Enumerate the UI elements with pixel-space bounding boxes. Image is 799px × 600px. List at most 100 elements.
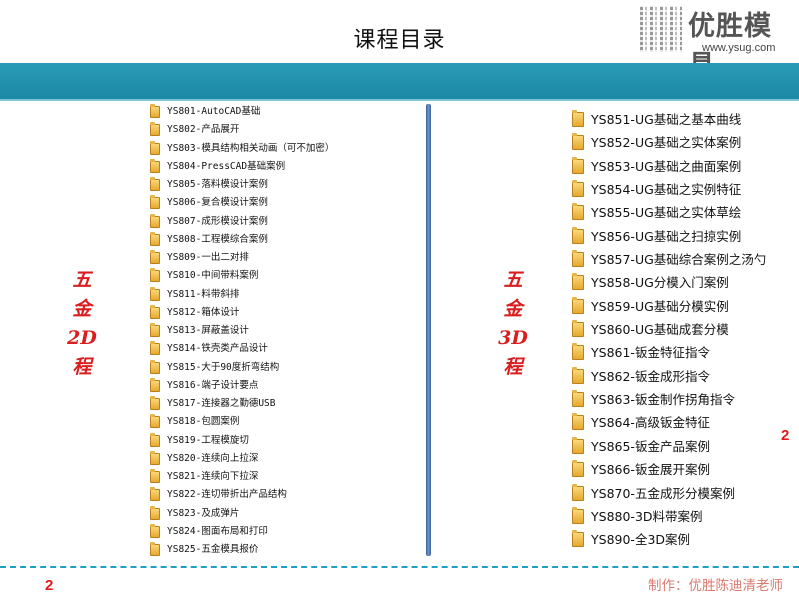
folder-icon [150,104,160,118]
folder-icon [150,304,160,319]
course-item[interactable]: YS805-落料模设计案例 [150,176,334,194]
course-item[interactable]: YS804-PressCAD基础案例 [150,158,334,176]
course-item-label: YS866-钣金展开案例 [591,462,710,478]
course-item[interactable]: YS862-钣金成形指令 [572,365,766,388]
section-label-3d: 五 金 3D 程 [493,266,533,382]
course-item[interactable]: YS858-UG分模入门案例 [572,271,766,294]
course-item[interactable]: YS801-AutoCAD基础 [150,103,334,121]
folder-icon [572,366,584,384]
folder-icon [150,195,160,210]
course-item[interactable]: YS854-UG基础之实例特征 [572,178,766,201]
course-item[interactable]: YS823-及成弹片 [150,505,334,523]
folder-icon [150,213,160,228]
course-item[interactable]: YS853-UG基础之曲面案例 [572,155,766,178]
label-char: 程 [72,356,92,378]
label-char: 五 [72,269,92,291]
label-char: 3D [498,327,528,349]
folder-icon [572,296,584,314]
course-item[interactable]: YS822-连切带折出产品结构 [150,486,334,504]
course-item[interactable]: YS809-一出二对排 [150,249,334,267]
course-item-label: YS851-UG基础之基本曲线 [591,112,742,127]
course-item[interactable]: YS860-UG基础成套分模 [572,318,766,341]
course-item[interactable]: YS807-成形模设计案例 [150,213,334,231]
course-item-label: YS821-连续向下拉深 [167,471,259,482]
folder-icon [150,323,160,337]
course-item-label: YS816-端子设计要点 [167,379,259,391]
course-item[interactable]: YS866-钣金展开案例 [572,458,766,481]
course-item-label: YS808-工程模综合案例 [167,233,268,245]
header-band-underline [0,99,799,101]
course-item[interactable]: YS856-UG基础之扫掠实例 [572,225,766,248]
course-item[interactable]: YS803-模具结构相关动画（可不加密） [150,140,334,158]
course-item[interactable]: YS813-屏蔽盖设计 [150,322,334,340]
course-item-label: YS825-五金模具报价 [167,544,259,555]
course-item[interactable]: YS815-大于90度折弯结构 [150,359,334,377]
folder-icon [150,231,160,246]
folder-icon [572,250,584,268]
course-item-label: YS870-五金成形分模案例 [591,485,735,501]
folder-icon [572,343,584,361]
course-item[interactable]: YS818-包圆案例 [150,413,334,431]
folder-icon [572,460,584,478]
course-item[interactable]: YS851-UG基础之基本曲线 [572,108,766,131]
course-item-label: YS858-UG分模入门案例 [591,275,729,291]
course-item[interactable]: YS859-UG基础分模实例 [572,295,766,318]
course-item[interactable]: YS821-连续向下拉深 [150,468,334,486]
folder-icon [150,469,160,483]
folder-icon [572,506,584,524]
course-item-label: YS857-UG基础综合案例之汤勺 [591,252,767,268]
course-item[interactable]: YS810-中间带料案例 [150,267,334,285]
folder-icon [150,505,160,520]
folder-icon [572,133,584,151]
folder-icon [572,436,584,454]
course-item[interactable]: YS863-钣金制作拐角指令 [572,388,766,411]
course-item-label: YS806-复合模设计案例 [167,197,268,209]
course-item-label: YS853-UG基础之曲面案例 [591,158,742,174]
course-item[interactable]: YS811-料带斜排 [150,286,334,304]
course-item[interactable]: YS824-图面布局和打印 [150,523,334,541]
label-char: 金 [72,298,92,320]
course-item[interactable]: YS814-铁壳类产品设计 [150,340,334,358]
folder-icon [572,530,584,548]
course-item[interactable]: YS864-高级钣金特征 [572,411,766,434]
course-item[interactable]: YS806-复合模设计案例 [150,194,334,212]
course-item[interactable]: YS825-五金模具报价 [150,541,334,559]
label-char: 程 [503,356,523,378]
course-item[interactable]: YS855-UG基础之实体草绘 [572,201,766,224]
course-item[interactable]: YS808-工程模综合案例 [150,231,334,249]
course-item-label: YS811-料带斜排 [167,288,240,300]
course-item[interactable]: YS820-连续向上拉深 [150,450,334,468]
course-list-3d: YS851-UG基础之基本曲线 YS852-UG基础之实体案例 YS853-UG基础… [572,108,766,552]
course-item-label: YS815-大于90度折弯结构 [167,361,280,373]
course-item[interactable]: YS865-钣金产品案例 [572,435,766,458]
folder-icon [572,180,584,198]
logo-url: www.ysug.com [702,42,776,54]
course-item-label: YS856-UG基础之扫掠实例 [591,228,742,244]
course-item-label: YS809-一出二对排 [167,252,249,263]
course-item[interactable]: YS890-全3D案例 [572,528,766,551]
folder-icon [150,158,160,173]
course-item[interactable]: YS817-连接器之勤德USB [150,395,334,413]
folder-icon [572,273,584,291]
course-item[interactable]: YS816-端子设计要点 [150,377,334,395]
folder-icon [572,203,584,221]
course-item[interactable]: YS852-UG基础之实体案例 [572,131,766,154]
course-item[interactable]: YS861-钣金特征指令 [572,341,766,364]
course-item[interactable]: YS802-产品展开 [150,121,334,139]
course-item-label: YS861-钣金特征指令 [591,345,710,361]
folder-icon [150,377,160,392]
course-item-label: YS813-屏蔽盖设计 [167,325,249,336]
course-item[interactable]: YS819-工程模旋切 [150,432,334,450]
footer-divider [0,566,799,568]
course-item-label: YS865-钣金产品案例 [591,438,710,454]
course-item[interactable]: YS857-UG基础综合案例之汤勺 [572,248,766,271]
course-item-label: YS855-UG基础之实体草绘 [591,205,742,221]
label-char: 五 [503,269,523,291]
course-item[interactable]: YS870-五金成形分模案例 [572,482,766,505]
course-item[interactable]: YS880-3D料带案例 [572,505,766,528]
course-item-label: YS801-AutoCAD基础 [167,106,261,117]
folder-icon [572,110,584,127]
folder-icon [150,396,160,410]
folder-icon [150,250,160,264]
course-item[interactable]: YS812-箱体设计 [150,304,334,322]
